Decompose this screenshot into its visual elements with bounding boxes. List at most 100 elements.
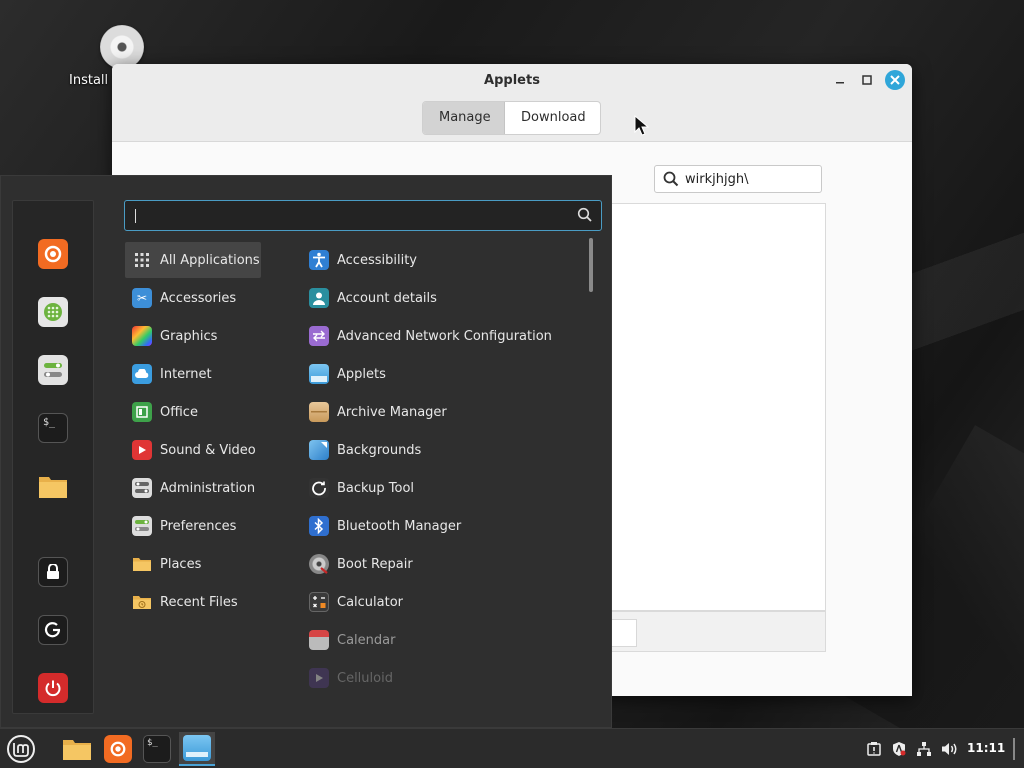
tab-download[interactable]: Download bbox=[505, 102, 600, 134]
app-label: Archive Manager bbox=[337, 404, 447, 420]
category-graphics[interactable]: Graphics bbox=[125, 318, 261, 354]
category-label: Administration bbox=[160, 480, 256, 496]
boot-repair-icon bbox=[309, 554, 329, 574]
desktop-icon-label[interactable]: Install bbox=[69, 73, 108, 88]
category-label: Sound & Video bbox=[160, 442, 256, 458]
taskbar-firefox[interactable] bbox=[100, 732, 136, 766]
app-calendar[interactable]: Calendar bbox=[303, 622, 587, 658]
volume-icon[interactable] bbox=[940, 738, 960, 760]
applet-list-toolbar bbox=[610, 611, 826, 652]
menu-search-input[interactable] bbox=[124, 200, 602, 231]
minimize-button[interactable] bbox=[830, 70, 850, 90]
app-label: Bluetooth Manager bbox=[337, 518, 462, 534]
category-label: Office bbox=[160, 404, 198, 420]
app-label: Applets bbox=[337, 366, 386, 382]
accessibility-icon bbox=[309, 250, 329, 270]
folder-icon bbox=[132, 554, 152, 574]
app-label: Celluloid bbox=[337, 670, 393, 686]
maximize-button[interactable] bbox=[857, 70, 877, 90]
calendar-icon bbox=[309, 630, 329, 650]
folder-icon bbox=[63, 740, 91, 760]
celluloid-icon bbox=[309, 668, 329, 688]
calculator-icon bbox=[309, 592, 329, 612]
cloud-icon bbox=[132, 364, 152, 384]
category-label: Recent Files bbox=[160, 594, 238, 610]
network-config-icon bbox=[309, 326, 329, 346]
settings-icon[interactable] bbox=[38, 355, 68, 385]
recent-folder-icon bbox=[132, 592, 152, 612]
software-manager-icon[interactable] bbox=[38, 297, 68, 327]
shield-icon[interactable] bbox=[889, 738, 909, 760]
applets-icon bbox=[183, 735, 211, 761]
category-label: Graphics bbox=[160, 328, 218, 344]
taskbar-applets[interactable] bbox=[179, 732, 215, 766]
category-accessories[interactable]: ✂ Accessories bbox=[125, 280, 261, 316]
files-icon[interactable] bbox=[38, 471, 68, 501]
category-recent-files[interactable]: Recent Files bbox=[125, 584, 261, 620]
view-switcher: Manage Download bbox=[422, 101, 601, 135]
category-label: Places bbox=[160, 556, 202, 572]
account-icon bbox=[309, 288, 329, 308]
terminal-icon[interactable]: $_ bbox=[38, 413, 68, 443]
category-places[interactable]: Places bbox=[125, 546, 261, 582]
close-button[interactable] bbox=[885, 70, 905, 90]
toolbar-button[interactable] bbox=[611, 619, 637, 647]
show-desktop-button[interactable] bbox=[1004, 738, 1024, 760]
taskbar-files[interactable] bbox=[59, 732, 95, 766]
app-label: Calculator bbox=[337, 594, 404, 610]
search-icon bbox=[577, 207, 592, 222]
power-icon[interactable] bbox=[38, 673, 68, 703]
app-backup-tool[interactable]: Backup Tool bbox=[303, 470, 587, 506]
category-label: Preferences bbox=[160, 518, 237, 534]
backgrounds-icon bbox=[309, 440, 329, 460]
category-sound-video[interactable]: Sound & Video bbox=[125, 432, 261, 468]
applets-icon bbox=[309, 364, 329, 384]
mint-logo-icon bbox=[7, 735, 35, 763]
mouse-cursor-icon bbox=[634, 115, 650, 136]
application-menu: $_ All Applications ✂ Accessories Graphi… bbox=[0, 175, 612, 728]
application-list: Accessibility Account details Advanced N… bbox=[303, 242, 587, 688]
app-backgrounds[interactable]: Backgrounds bbox=[303, 432, 587, 468]
applet-search-value: wirkjhjgh\ bbox=[685, 171, 749, 187]
app-applets[interactable]: Applets bbox=[303, 356, 587, 392]
menu-button[interactable] bbox=[0, 732, 42, 766]
applet-search-input[interactable]: wirkjhjgh\ bbox=[654, 165, 822, 193]
tab-manage[interactable]: Manage bbox=[423, 102, 505, 134]
taskbar: $_ 11:11 bbox=[0, 728, 1024, 768]
app-account-details[interactable]: Account details bbox=[303, 280, 587, 316]
archive-icon bbox=[309, 402, 329, 422]
category-administration[interactable]: Administration bbox=[125, 470, 261, 506]
disc-icon[interactable] bbox=[100, 25, 144, 69]
category-internet[interactable]: Internet bbox=[125, 356, 261, 392]
app-boot-repair[interactable]: Boot Repair bbox=[303, 546, 587, 582]
taskbar-terminal[interactable]: $_ bbox=[139, 732, 175, 766]
clock[interactable]: 11:11 bbox=[967, 741, 1005, 755]
category-list: All Applications ✂ Accessories Graphics … bbox=[125, 242, 295, 622]
app-bluetooth-manager[interactable]: Bluetooth Manager bbox=[303, 508, 587, 544]
window-header[interactable]: Applets Manage Download bbox=[112, 64, 912, 142]
category-office[interactable]: Office bbox=[125, 394, 261, 430]
app-list-scrollbar[interactable] bbox=[589, 238, 593, 292]
app-label: Boot Repair bbox=[337, 556, 413, 572]
grid-icon bbox=[132, 250, 152, 270]
app-advanced-network-configuration[interactable]: Advanced Network Configuration bbox=[303, 318, 587, 354]
lock-icon[interactable] bbox=[38, 557, 68, 587]
admin-icon bbox=[132, 478, 152, 498]
app-accessibility[interactable]: Accessibility bbox=[303, 242, 587, 278]
scissors-icon: ✂ bbox=[132, 288, 152, 308]
applet-list[interactable] bbox=[610, 203, 826, 611]
window-title: Applets bbox=[484, 73, 540, 88]
app-label: Accessibility bbox=[337, 252, 417, 268]
firefox-icon bbox=[104, 735, 132, 763]
category-preferences[interactable]: Preferences bbox=[125, 508, 261, 544]
network-icon[interactable] bbox=[914, 738, 934, 760]
app-calculator[interactable]: Calculator bbox=[303, 584, 587, 620]
firefox-icon[interactable] bbox=[38, 239, 68, 269]
app-celluloid[interactable]: Celluloid bbox=[303, 660, 587, 688]
logout-icon[interactable] bbox=[38, 615, 68, 645]
backup-icon bbox=[309, 478, 329, 498]
app-archive-manager[interactable]: Archive Manager bbox=[303, 394, 587, 430]
category-all-applications[interactable]: All Applications bbox=[125, 242, 261, 278]
update-manager-icon[interactable] bbox=[864, 738, 884, 760]
category-label: All Applications bbox=[160, 252, 260, 268]
